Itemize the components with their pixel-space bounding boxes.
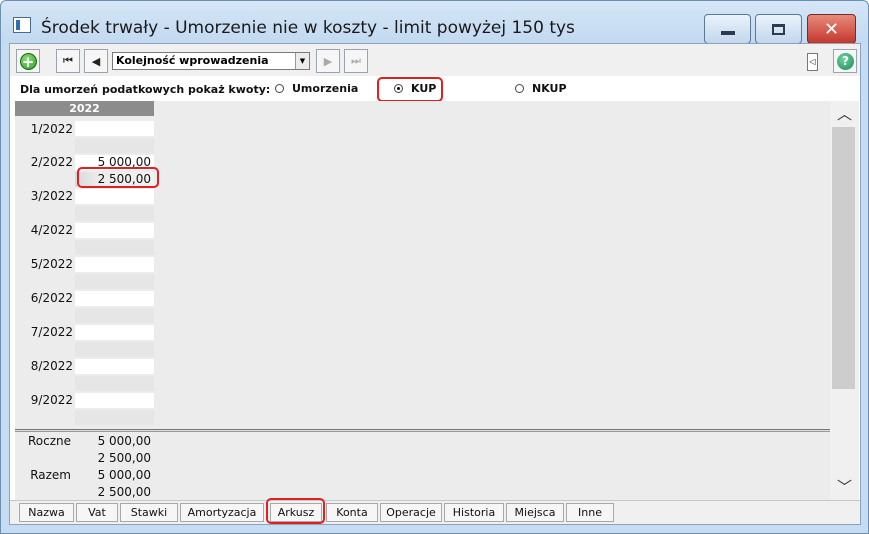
tab-operacje[interactable]: Operacje <box>380 503 442 522</box>
amount-cell[interactable] <box>75 393 154 408</box>
month-label: 6/2022 <box>30 291 73 305</box>
sort-order-select[interactable]: Kolejność wprowadzenia ▼ <box>112 52 310 70</box>
window: Środek trwały - Umorzenie nie w koszty -… <box>0 0 869 534</box>
month-label: 8/2022 <box>30 359 73 373</box>
next-record-button[interactable]: ▶ <box>316 49 340 73</box>
depreciation-sheet: 2022 1/2022 2/2022 5 000,00 2 500,00 3/2… <box>15 101 830 429</box>
month-label: 7/2022 <box>30 325 73 339</box>
amount-cell[interactable] <box>75 308 154 323</box>
title-bar[interactable]: Środek trwały - Umorzenie nie w koszty -… <box>1 1 868 44</box>
minimize-icon <box>720 31 735 35</box>
yearly-value: 2 500,00 <box>97 451 151 465</box>
year-header: 2022 <box>15 101 154 116</box>
maximize-icon <box>772 23 785 35</box>
amount-cell[interactable] <box>75 223 154 238</box>
collapse-button[interactable]: ◁ <box>807 53 818 71</box>
maximize-button[interactable] <box>755 14 802 44</box>
next-icon: ▶ <box>323 54 333 68</box>
first-icon: ⏮ <box>63 54 73 67</box>
highlight-kup <box>377 77 443 102</box>
scroll-down-icon[interactable]: ﹀ <box>830 474 859 500</box>
amount-cell[interactable] <box>75 325 154 340</box>
totals-panel: Roczne 5 000,00 2 500,00 Razem 5 000,00 … <box>15 432 830 500</box>
tab-historia[interactable]: Historia <box>444 503 504 522</box>
tab-nazwa[interactable]: Nazwa <box>19 503 74 522</box>
radio-nkup-indicator <box>515 84 524 93</box>
chevron-left-icon: ◁ <box>809 57 816 66</box>
close-button[interactable]: ✕ <box>807 14 856 44</box>
amount-cell[interactable] <box>75 121 154 136</box>
radio-nkup-label: NKUP <box>532 82 567 95</box>
highlight-amount <box>77 167 159 188</box>
last-record-button[interactable]: ⏭ <box>344 49 368 73</box>
radio-umorzenia-indicator <box>275 84 284 93</box>
amount-cell[interactable] <box>75 410 154 425</box>
tab-konta[interactable]: Konta <box>326 503 378 522</box>
window-title: Środek trwały - Umorzenie nie w koszty -… <box>41 18 575 38</box>
add-button[interactable]: + <box>16 49 40 73</box>
amount-cell[interactable] <box>75 206 154 221</box>
tab-vat[interactable]: Vat <box>76 503 118 522</box>
plus-icon: + <box>19 52 37 70</box>
month-label: 9/2022 <box>30 393 73 407</box>
scroll-thumb[interactable] <box>832 127 855 389</box>
vertical-scrollbar[interactable]: ︿ ﹀ <box>830 101 859 500</box>
amount-cell[interactable] <box>75 240 154 255</box>
amount-cell[interactable] <box>75 274 154 289</box>
month-label: 2/2022 <box>30 155 73 169</box>
radio-nkup[interactable]: NKUP <box>515 82 567 95</box>
month-label: 4/2022 <box>30 223 73 237</box>
sort-order-value: Kolejność wprowadzenia <box>116 54 269 67</box>
month-label: 3/2022 <box>30 189 73 203</box>
amount-cell[interactable] <box>75 189 154 204</box>
month-label: 1/2022 <box>30 122 73 136</box>
minimize-button[interactable] <box>704 14 751 44</box>
tab-amortyzacja[interactable]: Amortyzacja <box>180 503 264 522</box>
tab-miejsca[interactable]: Miejsca <box>506 503 564 522</box>
month-label: 5/2022 <box>30 257 73 271</box>
radio-umorzenia[interactable]: Umorzenia <box>275 82 358 95</box>
amount-cell[interactable] <box>75 359 154 374</box>
client-area: + ⏮ ◀ Kolejność wprowadzenia ▼ ▶ ⏭ ◁ ? D… <box>9 43 861 525</box>
filter-label: Dla umorzeń podatkowych pokaż kwoty: <box>20 83 271 96</box>
scroll-up-icon[interactable]: ︿ <box>830 101 859 127</box>
tab-bar: Nazwa Vat Stawki Amortyzacja Arkusz Kont… <box>10 500 860 524</box>
yearly-label: Roczne <box>27 434 71 448</box>
help-icon: ? <box>837 53 854 70</box>
radio-umorzenia-label: Umorzenia <box>292 82 359 95</box>
prev-icon: ◀ <box>91 54 101 68</box>
last-icon: ⏭ <box>351 54 361 67</box>
amount-cell[interactable] <box>75 376 154 391</box>
yearly-value: 5 000,00 <box>97 434 151 448</box>
amount-cell[interactable] <box>75 257 154 272</box>
app-icon <box>13 17 31 33</box>
total-label: Razem <box>30 468 71 482</box>
close-icon: ✕ <box>823 18 840 40</box>
amount-cell[interactable] <box>75 342 154 357</box>
tab-inne[interactable]: Inne <box>566 503 614 522</box>
chevron-down-icon[interactable]: ▼ <box>295 53 309 69</box>
amount-cell[interactable] <box>75 138 154 153</box>
total-value: 2 500,00 <box>97 485 151 499</box>
prev-record-button[interactable]: ◀ <box>84 49 108 73</box>
toolbar: + ⏮ ◀ Kolejność wprowadzenia ▼ ▶ ⏭ ◁ ? <box>10 44 860 76</box>
amount-cell[interactable] <box>75 291 154 306</box>
total-value: 5 000,00 <box>97 468 151 482</box>
tab-stawki[interactable]: Stawki <box>120 503 178 522</box>
highlight-arkusz <box>266 498 325 524</box>
help-button[interactable]: ? <box>833 49 857 73</box>
first-record-button[interactable]: ⏮ <box>56 49 80 73</box>
